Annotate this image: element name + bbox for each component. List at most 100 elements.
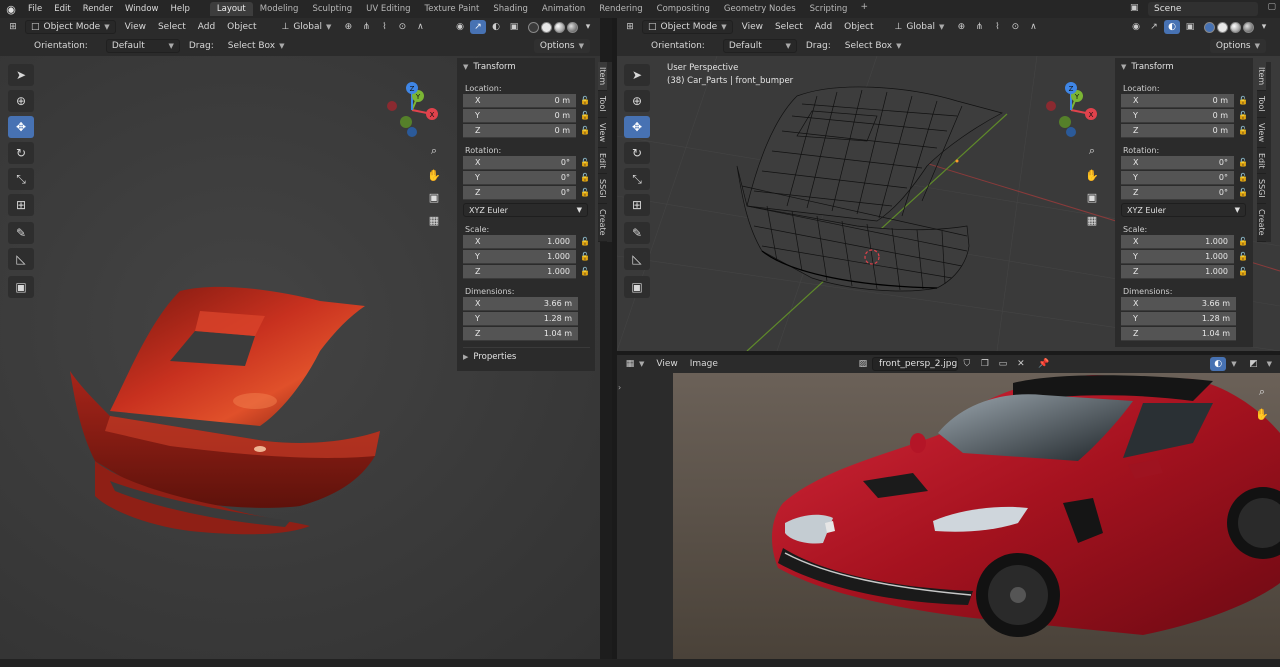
dimensions-z-field[interactable]: Z 1.04 m [1121, 326, 1236, 341]
tab-geometry-nodes[interactable]: Geometry Nodes [717, 2, 803, 16]
material-shading-icon[interactable] [1230, 21, 1241, 33]
proportional-edit-icon[interactable]: ⊙ [1007, 20, 1023, 34]
lock-icon[interactable]: 🔓 [1234, 126, 1248, 135]
location-x-field[interactable]: X 0 m [463, 93, 576, 108]
scale-y-field[interactable]: Y 1.000 [1121, 249, 1234, 264]
scale-tool-icon[interactable]: ⤡ [624, 168, 650, 190]
lock-icon[interactable]: 🔓 [576, 237, 590, 246]
dimensions-z-field[interactable]: Z 1.04 m [463, 326, 578, 341]
pin-icon[interactable]: 📌 [1036, 357, 1052, 371]
visibility-icon[interactable]: ◉ [1128, 20, 1144, 34]
cursor-tool-icon[interactable]: ⊕ [624, 90, 650, 112]
dimensions-y-field[interactable]: Y 1.28 m [463, 311, 578, 326]
menu-window[interactable]: Window [119, 4, 165, 14]
tab-view[interactable]: View [1257, 118, 1266, 148]
lock-icon[interactable]: 🔓 [576, 126, 590, 135]
pan-hand-icon[interactable]: ✋ [1253, 405, 1271, 423]
unlink-close-icon[interactable]: ✕ [1013, 357, 1029, 371]
location-y-field[interactable]: Y 0 m [463, 108, 576, 123]
scale-z-field[interactable]: Z 1.000 [463, 264, 576, 279]
lock-icon[interactable]: 🔓 [1234, 173, 1248, 182]
tab-uv-editing[interactable]: UV Editing [359, 2, 417, 16]
tab-rendering[interactable]: Rendering [592, 2, 649, 16]
zoom-icon[interactable]: ⌕ [1253, 383, 1271, 401]
zoom-icon[interactable]: ⌕ [425, 142, 443, 160]
location-z-field[interactable]: Z 0 m [463, 123, 576, 138]
menu-edit[interactable]: Edit [48, 4, 76, 14]
display-channels-icon[interactable]: ◩ [1246, 357, 1262, 371]
scale-x-field[interactable]: X 1.000 [1121, 234, 1234, 249]
scale-tool-icon[interactable]: ⤡ [8, 168, 34, 190]
image-name-field[interactable]: front_persp_2.jpg [871, 357, 958, 371]
perspective-grid-icon[interactable]: ▦ [425, 211, 443, 229]
transform-tool-icon[interactable]: ⊞ [8, 194, 34, 216]
rotation-z-field[interactable]: Z 0° [463, 185, 576, 200]
tab-animation[interactable]: Animation [535, 2, 592, 16]
car-body-mesh[interactable] [50, 281, 390, 551]
lock-icon[interactable]: 🔓 [576, 173, 590, 182]
dimensions-x-field[interactable]: X 3.66 m [463, 296, 578, 311]
rotation-mode-dropdown[interactable]: XYZ Euler ▼ [463, 203, 588, 217]
tab-modeling[interactable]: Modeling [253, 2, 306, 16]
annotate-tool-icon[interactable]: ✎ [624, 222, 650, 244]
scene-icon[interactable]: ▣ [1130, 3, 1142, 15]
gizmo-toggle-icon[interactable]: ↗ [1146, 20, 1162, 34]
select-tool-icon[interactable]: ➤ [8, 64, 34, 86]
rotation-y-field[interactable]: Y 0° [1121, 170, 1234, 185]
editor-type-icon[interactable]: ▦ [622, 357, 638, 371]
menu-view[interactable]: View [742, 22, 763, 32]
gizmo-toggle-icon[interactable]: ↗ [470, 20, 486, 34]
tab-tool[interactable]: Tool [598, 91, 607, 118]
snap-target-icon[interactable]: ⌇ [989, 20, 1005, 34]
rendered-shading-icon[interactable] [567, 21, 578, 33]
lock-icon[interactable]: 🔓 [1234, 188, 1248, 197]
overlay-toggle-icon[interactable]: ◐ [488, 20, 504, 34]
navigation-gizmo[interactable]: X Y Z [1039, 78, 1103, 142]
xray-toggle-icon[interactable]: ▣ [506, 20, 522, 34]
open-folder-icon[interactable]: ▭ [995, 357, 1011, 371]
tab-item[interactable]: Item [1257, 62, 1266, 92]
xray-toggle-icon[interactable]: ▣ [1182, 20, 1198, 34]
options-button[interactable]: Options ▼ [533, 39, 590, 53]
tab-tool[interactable]: Tool [1257, 91, 1266, 118]
new-image-icon[interactable]: ❐ [977, 357, 993, 371]
scale-y-field[interactable]: Y 1.000 [463, 249, 576, 264]
scene-close-icon[interactable]: ▢ [1267, 2, 1276, 12]
scene-selector[interactable]: Scene [1148, 2, 1258, 16]
navigation-gizmo[interactable]: X Y Z [380, 78, 444, 142]
add-workspace-button[interactable]: + [854, 2, 874, 16]
add-cube-tool-icon[interactable]: ▣ [8, 276, 34, 298]
tab-ssgi[interactable]: SSGI [598, 174, 607, 204]
dimensions-y-field[interactable]: Y 1.28 m [1121, 311, 1236, 326]
snap-icon[interactable]: ⋔ [358, 20, 374, 34]
rotate-tool-icon[interactable]: ↻ [624, 142, 650, 164]
camera-view-icon[interactable]: ▣ [425, 188, 443, 206]
drag-dropdown[interactable]: Select Box ▼ [840, 39, 907, 53]
tab-sculpting[interactable]: Sculpting [305, 2, 359, 16]
shading-options-icon[interactable]: ▾ [580, 20, 596, 34]
menu-object[interactable]: Object [227, 22, 256, 32]
transform-orientation-dropdown[interactable]: ⊥ Global ▼ [889, 20, 949, 34]
menu-select[interactable]: Select [775, 22, 803, 32]
rotation-z-field[interactable]: Z 0° [1121, 185, 1234, 200]
rotate-tool-icon[interactable]: ↻ [8, 142, 34, 164]
lock-icon[interactable]: 🔓 [1234, 267, 1248, 276]
menu-render[interactable]: Render [77, 4, 119, 14]
overlay-toggle-icon[interactable]: ◐ [1210, 357, 1227, 371]
pan-hand-icon[interactable]: ✋ [425, 166, 443, 184]
lock-icon[interactable]: 🔓 [576, 111, 590, 120]
orientation-dropdown[interactable]: Default ▼ [105, 39, 180, 53]
rotation-y-field[interactable]: Y 0° [463, 170, 576, 185]
mode-dropdown[interactable]: □ Object Mode ▼ [642, 20, 733, 34]
menu-file[interactable]: File [22, 4, 48, 14]
tab-edit[interactable]: Edit [598, 148, 607, 175]
menu-view[interactable]: View [656, 359, 677, 369]
lock-icon[interactable]: 🔓 [576, 96, 590, 105]
tab-ssgi[interactable]: SSGI [1257, 174, 1266, 204]
transform-tool-icon[interactable]: ⊞ [624, 194, 650, 216]
tab-view[interactable]: View [598, 118, 607, 148]
visibility-icon[interactable]: ◉ [452, 20, 468, 34]
menu-image[interactable]: Image [690, 359, 718, 369]
pan-hand-icon[interactable]: ✋ [1083, 166, 1101, 184]
scale-x-field[interactable]: X 1.000 [463, 234, 576, 249]
